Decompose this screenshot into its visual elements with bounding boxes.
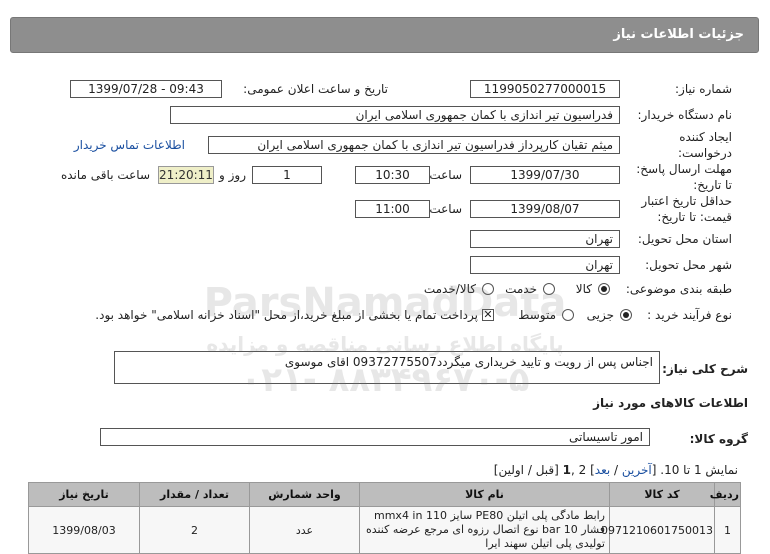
cell-unit: عدد (249, 506, 360, 554)
category-label: طبقه بندی موضوعی: (625, 282, 732, 296)
remaining-label: ساعت باقی مانده (60, 168, 150, 182)
cell-qty: 2 (139, 506, 250, 554)
description-label: شرح کلی نیاز: (662, 362, 748, 376)
cell-code: 0971210601750013 (601, 506, 715, 554)
table-header-row: ردیف کد کالا نام کالا واحد شمارش تعداد /… (28, 482, 741, 507)
treasury-checkbox[interactable]: ✕ (482, 309, 494, 321)
city-label: شهر محل تحویل: (645, 258, 732, 272)
pagination-mid: ] 2 , (571, 463, 595, 477)
creator-label-line1: ایجاد کننده (679, 130, 732, 144)
col-header-code: کد کالا (609, 482, 715, 507)
cell-name: رابط مادگی پلی اتیلن PE80 سایز 110 mmx4 … (359, 506, 610, 554)
category-service-label: خدمت (505, 282, 537, 296)
announce-label: تاریخ و ساعت اعلان عمومی: (243, 82, 388, 96)
days-remaining-field[interactable]: 1 (252, 166, 322, 184)
pagination-next-link[interactable]: بعد (595, 463, 610, 477)
items-table: ردیف کد کالا نام کالا واحد شمارش تعداد /… (28, 482, 741, 554)
buyer-contact-link[interactable]: اطلاعات تماس خریدار (74, 138, 185, 152)
deadline-label-line1: مهلت ارسال پاسخ: (636, 162, 732, 176)
pagination-current: 1 (562, 463, 571, 477)
category-service-radio[interactable] (543, 283, 555, 295)
province-label: استان محل تحویل: (637, 232, 732, 246)
city-field[interactable]: تهران (470, 256, 620, 274)
category-goods-radio[interactable] (598, 283, 610, 295)
process-medium-radio[interactable] (562, 309, 574, 321)
payment-note: پرداخت تمام یا بخشی از مبلغ خرید،از محل … (95, 308, 478, 322)
creator-label-line2: درخواست: (678, 146, 732, 160)
cell-row-number: 1 (714, 506, 741, 554)
validity-time-label: ساعت (429, 202, 462, 216)
need-number-field[interactable]: 1199050277000015 (470, 80, 620, 98)
pagination-prefix: نمایش 1 تا 10. [ (651, 463, 738, 477)
goods-group-field[interactable]: امور تاسیساتی (100, 428, 650, 446)
col-header-qty: تعداد / مقدار (139, 482, 250, 507)
province-field[interactable]: تهران (470, 230, 620, 248)
table-row[interactable]: 1 0971210601750013 رابط مادگی پلی اتیلن … (28, 506, 741, 554)
days-label: روز و (219, 168, 246, 182)
cell-date: 1399/08/03 (28, 506, 140, 554)
process-label: نوع فرآیند خرید : (647, 308, 732, 322)
deadline-date-field[interactable]: 1399/07/30 (470, 166, 620, 184)
creator-field[interactable]: میثم تقیان کارپرداز فدراسیون تیر اندازی … (208, 136, 620, 154)
need-details-form: شماره نیاز: 1199050277000015 تاریخ و ساع… (22, 70, 740, 338)
pagination: نمایش 1 تا 10. [آخرین / بعد] 2 ,1 [قبل /… (494, 463, 738, 477)
need-number-label: شماره نیاز: (675, 82, 732, 96)
remaining-timer: 21:20:11 (158, 166, 214, 184)
col-header-unit: واحد شمارش (249, 482, 360, 507)
pagination-sep: / (610, 463, 622, 477)
buyer-org-field[interactable]: فدراسیون تیر اندازی با کمان جمهوری اسلام… (170, 106, 620, 124)
announce-field[interactable]: 1399/07/28 - 09:43 (70, 80, 222, 98)
col-header-date: تاریخ نیاز (28, 482, 140, 507)
validity-label-line1: حداقل تاریخ اعتبار (641, 194, 732, 208)
col-header-row-number: ردیف (710, 482, 741, 507)
process-medium-label: متوسط (518, 308, 556, 322)
goods-section-title: اطلاعات کالاهای مورد نیاز (593, 396, 748, 410)
process-minor-radio[interactable] (620, 309, 632, 321)
deadline-time-label: ساعت (429, 168, 462, 182)
validity-time-field[interactable]: 11:00 (355, 200, 430, 218)
goods-group-label: گروه کالا: (689, 432, 748, 446)
col-header-name: نام کالا (359, 482, 610, 507)
pagination-last-link[interactable]: آخرین (622, 463, 652, 477)
category-goods-service-label: کالا/خدمت (423, 282, 476, 296)
description-field[interactable]: اجناس پس از رویت و تایید خریداری میگردد0… (114, 351, 660, 384)
deadline-label-line2: تا تاریخ: (693, 178, 732, 192)
page-title: جزئیات اطلاعات نیاز (10, 17, 759, 53)
process-minor-label: جزیی (586, 308, 614, 322)
validity-label-line2: قیمت: تا تاریخ: (657, 210, 732, 224)
pagination-suffix: [قبل / اولین] (493, 463, 563, 477)
deadline-time-field[interactable]: 10:30 (355, 166, 430, 184)
buyer-org-label: نام دستگاه خریدار: (637, 108, 733, 122)
category-goods-service-radio[interactable] (482, 283, 494, 295)
category-goods-label: کالا (575, 282, 592, 296)
validity-date-field[interactable]: 1399/08/07 (470, 200, 620, 218)
